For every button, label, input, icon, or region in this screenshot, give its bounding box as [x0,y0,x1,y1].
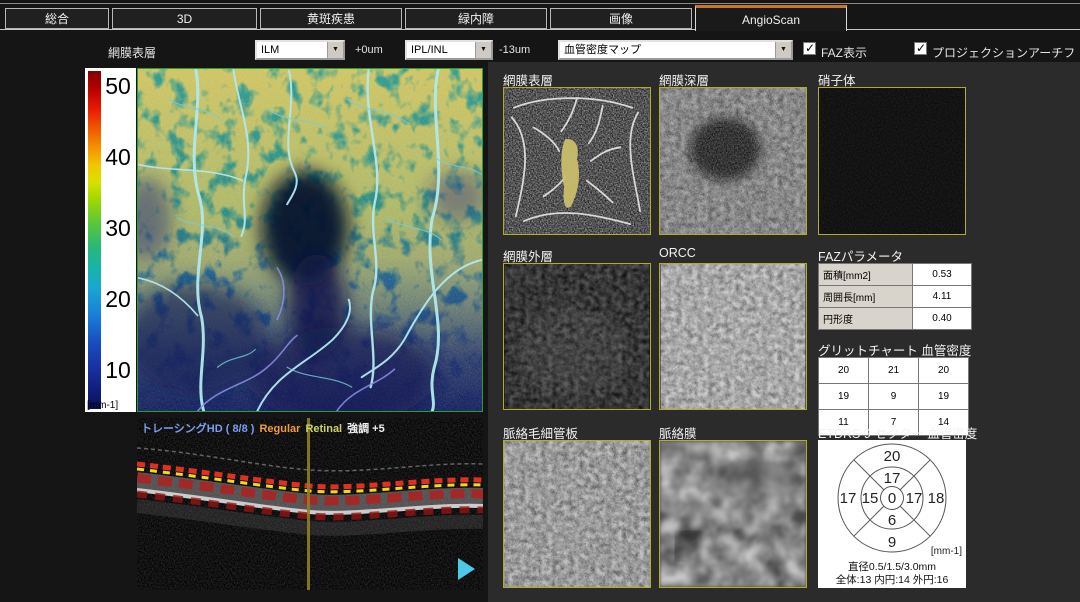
tab-angioscan-label: AngioScan [742,13,800,27]
tab-general[interactable]: 総合 [5,8,109,29]
upper-boundary-dropdown[interactable]: ILM ▼ [255,40,345,60]
faz-circularity-label: 円形度 [819,308,913,330]
grid-cell: 20 [919,358,969,384]
bscan-header: トレーシングHD ( 8/8 ) Regular Retinal 強調 +5 [141,420,390,436]
grid-cell: 20 [819,358,869,384]
lower-offset-value: -13um [499,44,530,56]
bscan-emphasis-label: 強調 +5 [347,423,385,435]
map-type-dropdown[interactable]: 血管密度マップ ▼ [558,40,793,60]
tab-image[interactable]: 画像 [550,8,692,29]
etdrs-inner-right: 17 [906,490,923,507]
bscan-regular-label: Regular [259,423,300,435]
tab-macular[interactable]: 黄斑疾患 [260,8,402,29]
faz-display-label: FAZ表示 [821,44,867,61]
grid-cell: 9 [869,384,919,410]
etdrs-inner-left: 15 [862,490,879,507]
thumb-label-orcc: ORCC [659,246,696,260]
lower-boundary-dropdown[interactable]: IPL/INL ▼ [405,40,493,60]
tab-3d[interactable]: 3D [112,8,257,29]
bscan-retinal-label: Retinal [305,423,342,435]
thumb-surface[interactable] [503,87,651,235]
etdrs-sector-chart: 20 17 17 15 0 17 18 6 9 [mm-1] 直径0.5/1.5… [818,440,966,588]
projection-artifact-checkbox[interactable] [914,42,927,55]
grid-cell: 21 [869,358,919,384]
density-color-scale: 50 40 30 20 10 [mm-1] [85,68,136,412]
vessel-density-map-image [138,69,482,411]
tab-image-label: 画像 [609,10,633,27]
etdrs-outer-top: 20 [884,448,901,465]
faz-perimeter-value: 4.11 [913,286,972,308]
etdrs-outer-left: 17 [840,490,857,507]
scale-tick-20: 20 [101,286,135,313]
etdrs-outer-right: 18 [928,490,945,507]
etdrs-summary-note: 全体:13 内円:14 外円:16 [818,572,966,587]
upper-boundary-value: ILM [261,44,279,56]
etdrs-outer-bottom: 9 [888,534,896,551]
chevron-down-icon: ▼ [475,42,491,58]
bscan-position-line[interactable] [307,418,310,590]
faz-area-label: 面積[mm2] [819,264,913,286]
scale-tick-30: 30 [101,215,135,242]
thumb-orcc[interactable] [659,263,807,410]
thumb-deep[interactable] [659,87,807,235]
tab-general-label: 総合 [45,10,69,27]
scale-tick-50: 50 [101,73,135,100]
oct-bscan-image [137,418,483,590]
faz-perimeter-label: 周囲長[mm] [819,286,913,308]
tab-macular-label: 黄斑疾患 [307,10,355,27]
scale-tick-10: 10 [101,357,135,384]
color-scale-gradient [88,71,101,409]
tab-angioscan[interactable]: AngioScan [695,5,847,31]
tabbar-bottom-line [0,29,1080,30]
tab-glaucoma-label: 緑内障 [458,10,494,27]
angioscan-app-window: 総合 3D 黄斑疾患 緑内障 画像 AngioScan 網膜表層 ILM ▼ +… [0,0,1080,602]
play-button[interactable] [458,558,475,580]
lower-boundary-value: IPL/INL [411,44,448,56]
faz-display-checkbox[interactable] [803,42,816,55]
etdrs-center: 0 [888,490,896,507]
grid-cell: 19 [919,384,969,410]
bscan-tracing-label: トレーシングHD ( 8/8 ) [141,423,254,435]
thumb-vitreous[interactable] [818,87,966,235]
upper-offset-value: +0um [355,44,383,56]
etdrs-inner-bottom: 6 [888,512,896,529]
tab-3d-label: 3D [177,12,192,26]
tab-glaucoma[interactable]: 緑内障 [405,8,547,29]
faz-circularity-value: 0.40 [913,308,972,330]
window-top-divider [0,3,1080,4]
faz-area-value: 0.53 [913,264,972,286]
scale-unit-label: [mm-1] [87,400,118,411]
etdrs-unit-label: [mm-1] [931,546,962,557]
thumb-outer[interactable] [503,263,651,410]
layer-thumbnails-panel: 網膜表層 網膜深層 硝子体 [488,62,1080,602]
oct-bscan-viewer[interactable]: トレーシングHD ( 8/8 ) Regular Retinal 強調 +5 [137,418,483,590]
vessel-density-map[interactable] [137,68,483,412]
map-type-value: 血管密度マップ [564,44,641,56]
etdrs-inner-top: 17 [884,470,901,487]
thumb-choroid[interactable] [659,440,807,588]
chevron-down-icon: ▼ [775,42,791,58]
thumb-choriocapillaris[interactable] [503,440,651,588]
grid-cell: 19 [819,384,869,410]
faz-params-table: 面積[mm2]0.53 周囲長[mm]4.11 円形度0.40 [818,263,972,330]
scale-tick-40: 40 [101,144,135,171]
layer-select-label: 網膜表層 [108,44,156,61]
chevron-down-icon: ▼ [327,42,343,58]
